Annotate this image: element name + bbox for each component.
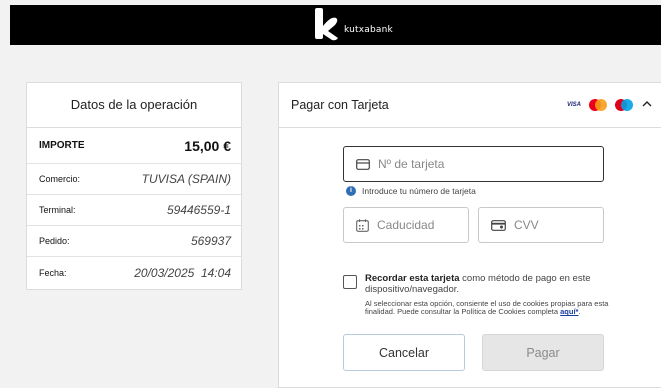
summary-value: 59446559-1: [166, 203, 231, 217]
cancel-button[interactable]: Cancelar: [343, 334, 465, 371]
summary-title: Datos de la operación: [27, 83, 241, 128]
summary-row-comercio: Comercio: TUVISA (SPAIN): [27, 164, 241, 195]
header-bar: kutxabank: [10, 5, 661, 45]
card-cvv-icon: [491, 219, 506, 231]
summary-label: Fecha:: [39, 267, 67, 278]
expiry-input[interactable]: Caducidad: [343, 207, 469, 243]
amount-value: 15,00 €: [184, 137, 231, 154]
payment-title: Pagar con Tarjeta: [291, 98, 389, 112]
summary-label: Comercio:: [39, 174, 81, 184]
summary-value: TUVISA (SPAIN): [141, 172, 231, 186]
cvv-placeholder: CVV: [514, 218, 539, 232]
summary-row-pedido: Pedido: 569937: [27, 226, 241, 257]
info-icon: i: [346, 186, 356, 196]
maestro-icon: [615, 99, 633, 111]
remember-card-option: Recordar esta tarjeta como método de pag…: [343, 273, 623, 317]
summary-label: Terminal:: [39, 205, 76, 215]
summary-label: IMPORTE: [39, 140, 85, 151]
summary-row-fecha: Fecha: 20/03/2025 14:04: [27, 257, 241, 288]
calendar-icon: [356, 218, 369, 232]
cookie-consent-text: Al seleccionar esta opción, consiente el…: [365, 299, 623, 317]
chevron-up-icon[interactable]: [641, 98, 653, 110]
card-number-hint: i Introduce tu número de tarjeta: [346, 186, 476, 196]
hint-text: Introduce tu número de tarjeta: [362, 186, 476, 196]
visa-icon: VISA: [566, 102, 581, 108]
cookie-policy-link[interactable]: aquí*: [560, 307, 578, 316]
expiry-placeholder: Caducidad: [377, 218, 435, 232]
credit-card-icon: [356, 158, 370, 170]
payment-header[interactable]: Pagar con Tarjeta VISA: [279, 83, 661, 128]
summary-label: Pedido:: [39, 236, 70, 246]
card-number-placeholder: Nº de tarjeta: [378, 157, 445, 171]
summary-row-importe: IMPORTE 15,00 €: [27, 128, 241, 164]
remember-card-label[interactable]: Recordar esta tarjeta como método de pag…: [365, 273, 623, 295]
card-payment-panel: Pagar con Tarjeta VISA Nº de tarjeta i I…: [278, 82, 661, 388]
brand-name: kutxabank: [344, 25, 393, 35]
brand-logo: kutxabank: [311, 7, 393, 41]
remember-card-bold: Recordar esta tarjeta: [365, 273, 460, 284]
summary-value: 569937: [190, 234, 231, 248]
consent-suffix: .: [578, 307, 581, 317]
summary-row-terminal: Terminal: 59446559-1: [27, 195, 241, 226]
summary-value: 20/03/2025 14:04: [134, 265, 231, 280]
card-number-input[interactable]: Nº de tarjeta: [343, 146, 604, 182]
mastercard-icon: [589, 99, 607, 111]
operation-summary: Datos de la operación IMPORTE 15,00 € Co…: [26, 82, 242, 290]
card-brands: VISA: [567, 99, 633, 111]
remember-card-checkbox[interactable]: [343, 275, 357, 289]
cvv-input[interactable]: CVV: [478, 207, 604, 243]
pay-button[interactable]: Pagar: [482, 334, 604, 371]
k-logo-icon: [315, 8, 338, 41]
